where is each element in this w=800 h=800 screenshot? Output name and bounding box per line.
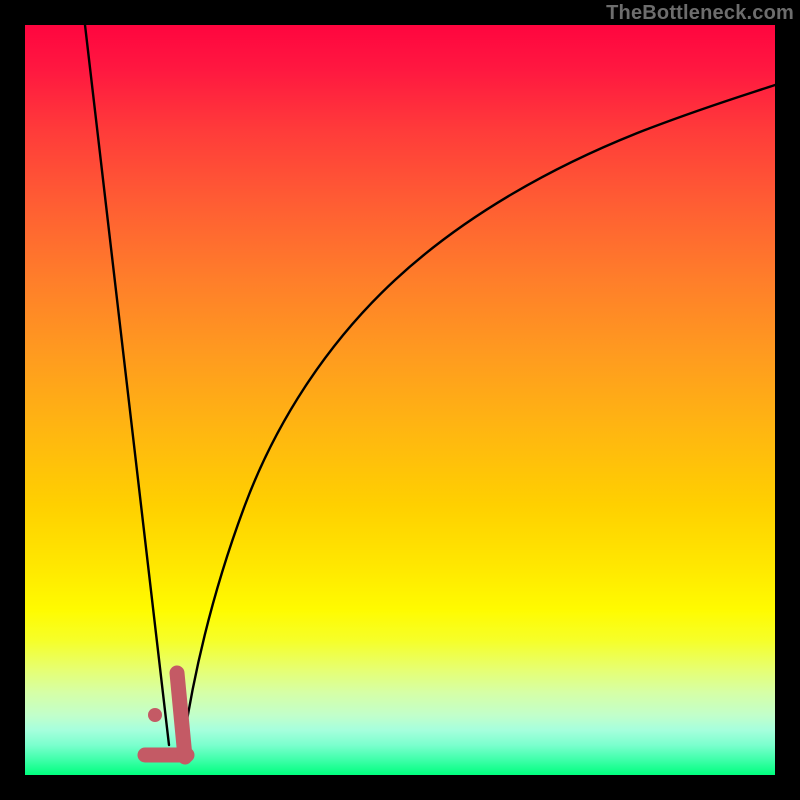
marker-vertical	[177, 673, 185, 757]
plot-svg	[25, 25, 775, 775]
curve-right-branch	[183, 85, 775, 745]
chart-frame: TheBottleneck.com	[0, 0, 800, 800]
plot-area	[25, 25, 775, 775]
marker-dot	[148, 708, 162, 722]
attribution-label: TheBottleneck.com	[606, 2, 794, 25]
curve-group	[85, 25, 775, 745]
curve-left-branch	[85, 25, 169, 745]
